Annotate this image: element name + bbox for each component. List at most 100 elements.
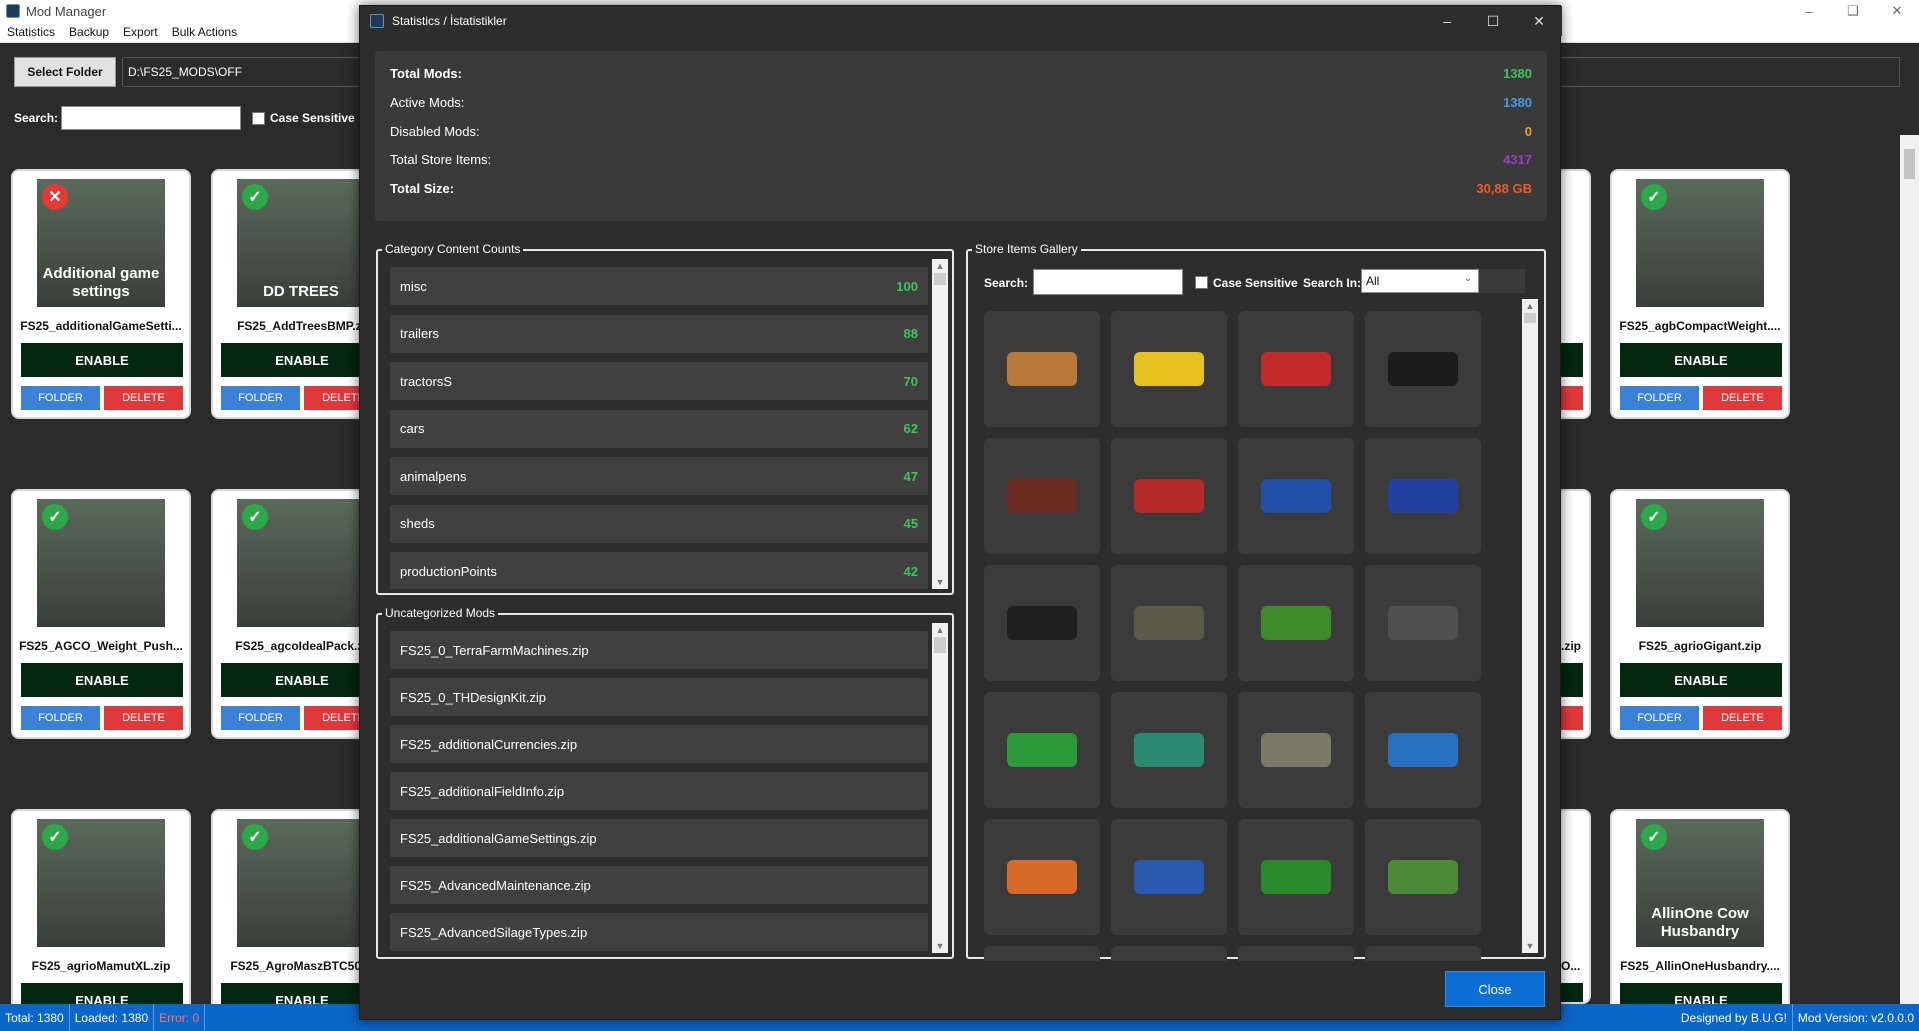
- uncategorized-item[interactable]: FS25_AdvancedSilageTypes.zip: [390, 913, 928, 951]
- scroll-down-icon[interactable]: ▼: [932, 575, 948, 589]
- folder-button[interactable]: FOLDER: [221, 706, 300, 730]
- category-item[interactable]: misc 100: [390, 267, 928, 305]
- store-item-tile[interactable]: [1111, 692, 1227, 808]
- scroll-up-icon[interactable]: ▲: [932, 259, 948, 273]
- delete-button[interactable]: DELETE: [104, 706, 183, 730]
- folder-button[interactable]: FOLDER: [21, 706, 100, 730]
- store-item-tile[interactable]: [984, 946, 1100, 961]
- status-loaded: Loaded: 1380: [70, 1004, 155, 1031]
- check-icon: ✓: [1641, 184, 1667, 210]
- dialog-maximize-icon[interactable]: ☐: [1470, 6, 1516, 36]
- folder-button[interactable]: FOLDER: [21, 386, 100, 410]
- window-controls: – ❑ ✕: [1787, 0, 1919, 22]
- store-item-tile[interactable]: [1111, 565, 1227, 681]
- scrollbar-thumb[interactable]: [934, 273, 946, 285]
- store-item-tile[interactable]: [1111, 311, 1227, 427]
- store-item-tile[interactable]: [984, 565, 1100, 681]
- case-sensitive-label: Case Sensitive: [270, 111, 355, 125]
- store-item-tile[interactable]: [1111, 438, 1227, 554]
- restore-icon[interactable]: ❑: [1831, 0, 1875, 22]
- store-item-tile[interactable]: [1365, 819, 1481, 935]
- delete-button[interactable]: DELETE: [104, 386, 183, 410]
- store-item-tile[interactable]: [1238, 692, 1354, 808]
- delete-button-partial[interactable]: [1561, 386, 1583, 410]
- enable-button[interactable]: ENABLE: [1620, 663, 1782, 697]
- store-item-tile[interactable]: [1111, 819, 1227, 935]
- category-item[interactable]: animalpens 47: [390, 457, 928, 495]
- category-item[interactable]: sheds 45: [390, 504, 928, 543]
- uncategorized-scrollbar[interactable]: ▲ ▼: [932, 623, 948, 953]
- menu-export[interactable]: Export: [116, 25, 165, 39]
- category-item[interactable]: productionPoints 42: [390, 552, 928, 589]
- store-item-tile[interactable]: [1111, 946, 1227, 961]
- enable-button[interactable]: ENABLE: [21, 663, 183, 697]
- gallery-case-sensitive-checkbox[interactable]: [1195, 276, 1208, 289]
- scroll-up-icon[interactable]: ▲: [932, 623, 948, 637]
- uncategorized-item[interactable]: FS25_additionalCurrencies.zip: [390, 725, 928, 763]
- gallery-search-input[interactable]: [1033, 269, 1183, 295]
- close-button[interactable]: Close: [1445, 971, 1545, 1007]
- search-input[interactable]: [61, 106, 241, 130]
- scrollbar-thumb[interactable]: [934, 637, 946, 653]
- summary-label: Total Size:: [390, 180, 455, 196]
- close-icon[interactable]: ✕: [1875, 0, 1919, 22]
- summary-row: Disabled Mods: 0: [390, 121, 1532, 141]
- enable-button[interactable]: ENABLE: [1620, 343, 1782, 377]
- enable-button[interactable]: ENABLE: [21, 343, 183, 377]
- scroll-down-icon[interactable]: ▼: [932, 939, 948, 953]
- category-scrollbar[interactable]: ▲ ▼: [932, 259, 948, 589]
- category-counts-group: Category Content Counts misc 100 trailers 8…: [376, 242, 954, 595]
- delete-button-partial[interactable]: [1561, 706, 1583, 730]
- mod-card-partial: [1561, 169, 1591, 419]
- scrollbar-thumb[interactable]: [1904, 149, 1915, 179]
- store-item-tile[interactable]: [1238, 819, 1354, 935]
- category-item[interactable]: cars 62: [390, 409, 928, 448]
- store-item-tile[interactable]: [984, 692, 1100, 808]
- uncategorized-item[interactable]: FS25_0_THDesignKit.zip: [390, 678, 928, 716]
- category-item[interactable]: trailers 88: [390, 314, 928, 353]
- store-item-tile[interactable]: [984, 819, 1100, 935]
- main-scrollbar[interactable]: [1900, 135, 1919, 1004]
- gallery-search-in-select[interactable]: All ⌄: [1361, 269, 1479, 293]
- store-item-image: [1388, 479, 1458, 513]
- uncategorized-item[interactable]: FS25_AdvancedMaintenance.zip: [390, 866, 928, 904]
- category-item[interactable]: tractorsS 70: [390, 362, 928, 400]
- folder-button[interactable]: FOLDER: [221, 386, 300, 410]
- scroll-down-icon[interactable]: ▼: [1522, 939, 1538, 953]
- select-folder-button[interactable]: Select Folder: [14, 57, 116, 87]
- minimize-icon[interactable]: –: [1787, 0, 1831, 22]
- store-item-tile[interactable]: [1238, 946, 1354, 961]
- case-sensitive-checkbox[interactable]: [252, 112, 265, 125]
- dialog-minimize-icon[interactable]: –: [1424, 6, 1470, 36]
- store-item-tile[interactable]: [984, 311, 1100, 427]
- enable-button-partial[interactable]: [1561, 663, 1583, 697]
- store-item-tile[interactable]: [1238, 565, 1354, 681]
- uncategorized-mods-group: Uncategorized Mods FS25_0_TerraFarmMachi…: [376, 606, 954, 959]
- store-item-tile[interactable]: [984, 438, 1100, 554]
- uncategorized-item[interactable]: FS25_additionalGameSettings.zip: [390, 819, 928, 857]
- menu-statistics[interactable]: Statistics: [0, 25, 62, 39]
- store-item-tile[interactable]: [1238, 311, 1354, 427]
- check-icon: ✓: [242, 184, 268, 210]
- gallery-scrollbar[interactable]: ▲ ▼: [1522, 299, 1538, 953]
- store-item-tile[interactable]: [1365, 692, 1481, 808]
- menu-bulk-actions[interactable]: Bulk Actions: [165, 25, 244, 39]
- store-item-tile[interactable]: [1365, 438, 1481, 554]
- store-item-tile[interactable]: [1238, 438, 1354, 554]
- scroll-up-icon[interactable]: ▲: [1522, 299, 1538, 313]
- store-item-tile[interactable]: [1365, 311, 1481, 427]
- store-item-image: [1388, 860, 1458, 894]
- uncategorized-item[interactable]: FS25_0_TerraFarmMachines.zip: [390, 631, 928, 669]
- delete-button[interactable]: DELETE: [1703, 386, 1782, 410]
- uncategorized-item[interactable]: FS25_additionalFieldInfo.zip: [390, 772, 928, 810]
- store-item-tile[interactable]: [1365, 946, 1481, 961]
- dialog-close-icon[interactable]: ✕: [1516, 6, 1562, 36]
- scrollbar-thumb[interactable]: [1524, 313, 1536, 323]
- enable-button-partial[interactable]: [1561, 983, 1583, 1002]
- delete-button[interactable]: DELETE: [1703, 706, 1782, 730]
- folder-button[interactable]: FOLDER: [1620, 386, 1699, 410]
- menu-backup[interactable]: Backup: [62, 25, 116, 39]
- enable-button-partial[interactable]: [1561, 343, 1583, 377]
- folder-button[interactable]: FOLDER: [1620, 706, 1699, 730]
- store-item-tile[interactable]: [1365, 565, 1481, 681]
